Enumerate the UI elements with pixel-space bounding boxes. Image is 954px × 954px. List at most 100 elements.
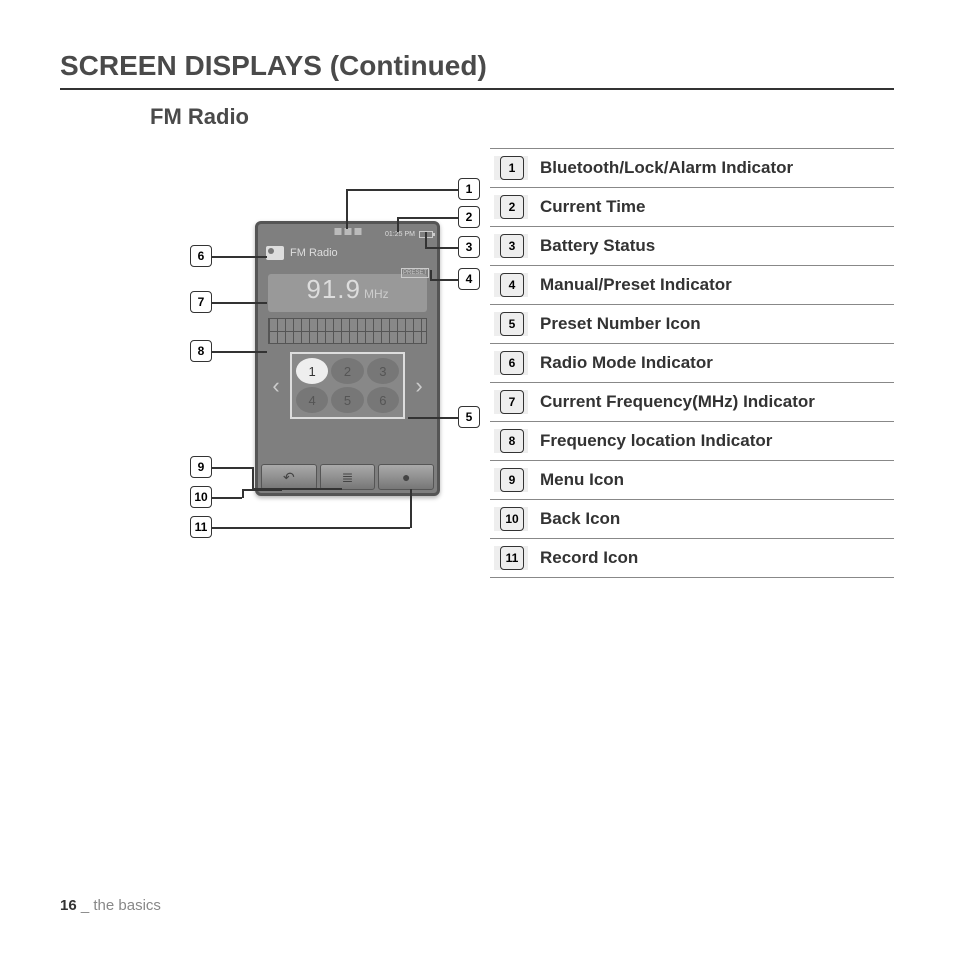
page-footer: 16 _ the basics [60,897,161,914]
legend-item: 4 Manual/Preset Indicator [490,265,894,304]
legend-number: 4 [500,273,524,297]
legend-label: Bluetooth/Lock/Alarm Indicator [540,158,793,178]
preset-cell[interactable]: 4 [296,387,328,413]
legend-number: 7 [500,390,524,414]
leader [252,467,254,489]
legend-list: 1 Bluetooth/Lock/Alarm Indicator 2 Current … [490,148,894,578]
legend-number-cell: 11 [494,546,528,570]
manual-preset-indicator: PRESET [401,268,429,278]
section-title: FM Radio [150,104,894,130]
legend-label: Manual/Preset Indicator [540,275,732,295]
leader [410,489,412,528]
bluetooth-lock-alarm-indicator [334,228,361,235]
preset-cell[interactable]: 1 [296,358,328,384]
legend-number: 9 [500,468,524,492]
legend-number-cell: 4 [494,273,528,297]
legend-label: Current Time [540,197,646,217]
legend-number: 11 [500,546,524,570]
leader [408,417,458,419]
frequency-unit: MHz [364,287,389,301]
footer-separator: _ [77,897,94,914]
radio-icon [266,246,284,260]
legend-label: Frequency location Indicator [540,431,772,451]
leader [212,302,267,304]
legend-label: Battery Status [540,236,655,256]
frequency-location-indicator [268,318,427,344]
callout-7: 7 [190,291,212,313]
leader [346,189,348,229]
leader [430,270,432,280]
leader [425,232,427,248]
current-time: 01:25 PM [385,231,415,238]
prev-arrow-icon[interactable]: ‹ [268,373,284,399]
page-number: 16 [60,897,77,914]
callout-6: 6 [190,245,212,267]
legend-item: 11 Record Icon [490,538,894,578]
legend-item: 8 Frequency location Indicator [490,421,894,460]
menu-button[interactable]: ≣ [320,464,376,490]
leader [212,467,252,469]
preset-cell[interactable]: 5 [331,387,363,413]
legend-item: 10 Back Icon [490,499,894,538]
preset-cell[interactable]: 6 [367,387,399,413]
page-title: SCREEN DISPLAYS (Continued) [60,50,894,90]
legend-number: 10 [500,507,524,531]
record-button[interactable]: ● [378,464,434,490]
preset-cell[interactable]: 3 [367,358,399,384]
leader [346,189,458,191]
legend-number-cell: 2 [494,195,528,219]
leader [212,351,267,353]
legend-number: 6 [500,351,524,375]
legend-label: Record Icon [540,548,638,568]
footer-section: the basics [93,897,161,914]
radio-mode-label: FM Radio [290,247,338,259]
legend-number: 5 [500,312,524,336]
callout-1: 1 [458,178,480,200]
frequency-value: 91.9 [306,274,361,305]
next-arrow-icon[interactable]: › [411,373,427,399]
legend-number: 1 [500,156,524,180]
legend-label: Back Icon [540,509,620,529]
preset-cell[interactable]: 2 [331,358,363,384]
legend-item: 2 Current Time [490,187,894,226]
legend-number-cell: 3 [494,234,528,258]
legend-item: 6 Radio Mode Indicator [490,343,894,382]
legend-item: 1 Bluetooth/Lock/Alarm Indicator [490,148,894,187]
legend-number-cell: 6 [494,351,528,375]
legend-number: 2 [500,195,524,219]
callout-5: 5 [458,406,480,428]
legend-item: 5 Preset Number Icon [490,304,894,343]
radio-mode-row: FM Radio [258,244,437,266]
leader [242,489,282,491]
legend-number-cell: 10 [494,507,528,531]
preset-number-grid: 1 2 3 4 5 6 [290,352,405,419]
legend-label: Preset Number Icon [540,314,701,334]
legend-item: 9 Menu Icon [490,460,894,499]
callout-10: 10 [190,486,212,508]
legend-item: 7Current Frequency(MHz) Indicator [490,382,894,421]
legend-number: 3 [500,234,524,258]
legend-number-cell: 5 [494,312,528,336]
preset-area: ‹ 1 2 3 4 5 6 › [268,352,427,419]
callout-8: 8 [190,340,212,362]
callout-4: 4 [458,268,480,290]
leader [212,497,242,499]
callout-9: 9 [190,456,212,478]
diagram-area: 01:25 PM FM Radio PRESET 91.9 MHz ‹ 1 2 … [60,148,490,568]
legend-number-cell: 1 [494,156,528,180]
legend-label: Radio Mode Indicator [540,353,713,373]
legend-number-cell: 9 [494,468,528,492]
frequency-display: 91.9 MHz [268,274,427,312]
leader [425,247,458,249]
legend-number: 8 [500,429,524,453]
leader [397,217,458,219]
callout-11: 11 [190,516,212,538]
bottom-bar: ↶ ≣ ● [261,464,434,490]
leader [397,217,399,232]
callout-3: 3 [458,236,480,258]
legend-number-cell: 8 [494,429,528,453]
legend-label: Menu Icon [540,470,624,490]
legend-number-cell: 7 [494,390,528,414]
back-button[interactable]: ↶ [261,464,317,490]
callout-2: 2 [458,206,480,228]
